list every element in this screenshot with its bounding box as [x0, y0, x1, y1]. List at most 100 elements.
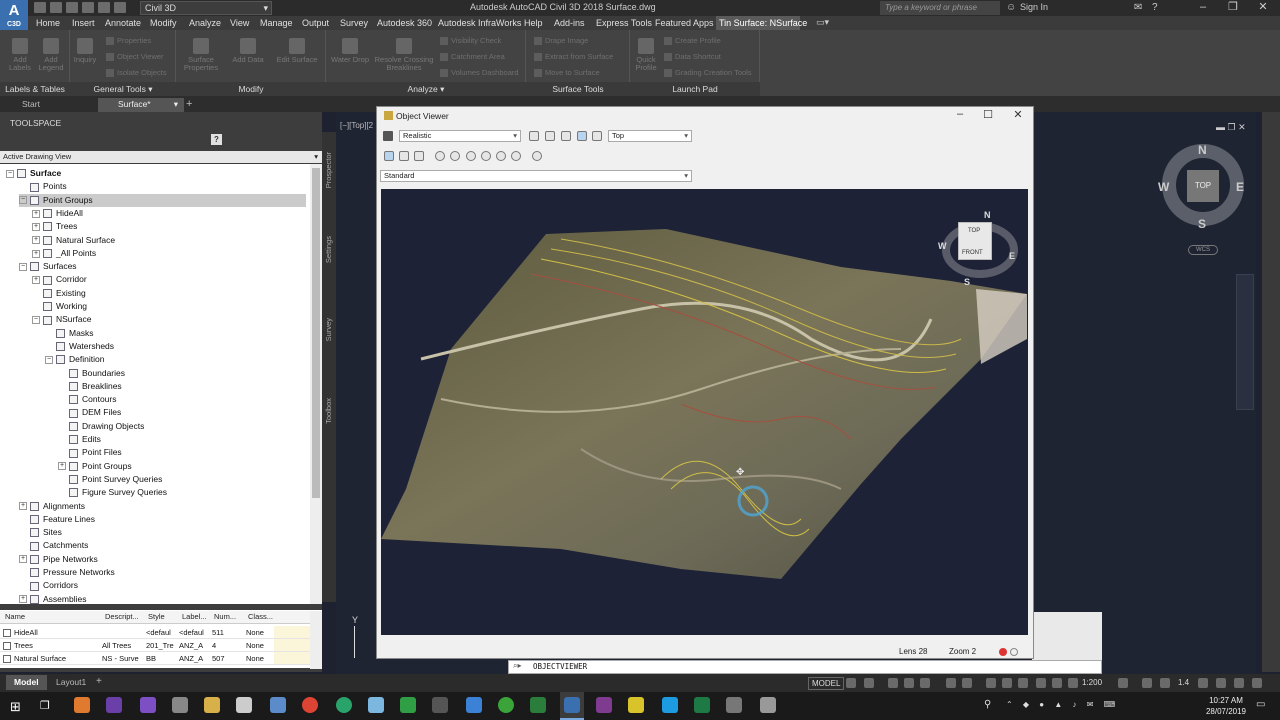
tree-node[interactable]: − Definition	[45, 353, 104, 366]
tree-node[interactable]: Masks	[45, 327, 94, 340]
view-direction-dropdown[interactable]: Top	[608, 130, 692, 142]
tree-node[interactable]: DEM Files	[58, 406, 121, 419]
zoom-out-icon[interactable]	[496, 151, 506, 161]
view-dropdown[interactable]: Active Drawing View ▾	[0, 151, 322, 163]
annotation-scale-value[interactable]: 1:200	[1082, 678, 1102, 687]
add-legend-button[interactable]: Add Legend	[36, 38, 66, 72]
tree-node[interactable]: − NSurface	[32, 313, 91, 326]
help-icon[interactable]: ?	[211, 134, 222, 145]
tree-expander-icon[interactable]: +	[58, 462, 66, 471]
column-header[interactable]: Descript...	[105, 612, 139, 621]
application-menu-button[interactable]: A C3D	[0, 0, 28, 30]
properties-button[interactable]: Properties	[106, 36, 151, 45]
osnap-icon[interactable]	[962, 678, 972, 688]
group-label-analyze[interactable]: Analyze ▾	[326, 84, 526, 95]
column-header[interactable]: Class...	[248, 612, 273, 621]
create-profile-button[interactable]: Create Profile	[664, 36, 721, 45]
clock-time[interactable]: 10:27 AM	[1204, 696, 1248, 705]
remote-desktop-icon[interactable]	[760, 697, 776, 713]
search-input[interactable]: Type a keyword or phrase	[880, 1, 1000, 15]
workspace-dropdown[interactable]: Civil 3D ▾	[140, 1, 272, 15]
tree-expander-icon[interactable]: −	[6, 169, 14, 178]
visibility-check-button[interactable]: Visibility Check	[440, 36, 501, 45]
tab-express-tools[interactable]: Express Tools	[596, 17, 652, 29]
settings-gear-icon[interactable]	[726, 697, 742, 713]
wcs-menu[interactable]: WCS	[1188, 245, 1218, 255]
paint-brush-icon[interactable]	[432, 697, 448, 713]
ov-cube-top[interactable]: TOP	[968, 228, 980, 234]
zoom-previous-icon[interactable]	[481, 151, 491, 161]
compass-north[interactable]: N	[1198, 143, 1207, 157]
annotation-scale-icon[interactable]	[1068, 678, 1078, 688]
object-viewer-button[interactable]: Object Viewer	[106, 52, 164, 61]
autoscale-icon[interactable]	[1052, 678, 1062, 688]
tab-tin-surface[interactable]: Tin Surface: NSurface	[719, 17, 807, 29]
save-icon[interactable]	[383, 131, 393, 141]
ortho-icon[interactable]	[888, 678, 898, 688]
orbit-icon[interactable]	[529, 131, 539, 141]
tree-node[interactable]: Figure Survey Queries	[58, 486, 167, 499]
windows-start-icon[interactable]: ⊞	[10, 699, 21, 715]
ov-compass-west[interactable]: W	[938, 241, 947, 251]
tab-surface-dwg[interactable]: Surface* ▾	[98, 98, 184, 112]
annotation-visibility-icon[interactable]	[1036, 678, 1046, 688]
inquiry-button[interactable]: Inquiry	[72, 38, 98, 64]
viewport-controls[interactable]: [−][Top][2	[340, 121, 373, 130]
ov-cube-front[interactable]: FRONT	[962, 250, 983, 256]
tree-node[interactable]: + HideAll	[32, 207, 83, 220]
isolate-objects-icon[interactable]	[1234, 678, 1244, 688]
tab-view[interactable]: View	[230, 17, 249, 29]
tab-modify[interactable]: Modify	[150, 17, 177, 29]
view-cube-icon[interactable]	[384, 151, 394, 161]
check-app-icon[interactable]	[400, 697, 416, 713]
exchange-icon[interactable]: ✉	[1134, 2, 1142, 13]
group-label-general-tools[interactable]: General Tools ▾	[76, 84, 170, 95]
ov-minimize-button[interactable]: –	[948, 108, 972, 120]
customization-icon[interactable]	[1252, 678, 1262, 688]
people-icon[interactable]: ⚲	[984, 699, 991, 710]
notes-icon[interactable]	[368, 697, 384, 713]
tree-node[interactable]: Breaklines	[58, 380, 122, 393]
column-header[interactable]: Style	[148, 612, 165, 621]
notifications-icon[interactable]: ▭	[1256, 699, 1265, 710]
tree-node[interactable]: + _All Points	[32, 247, 96, 260]
file-explorer-icon[interactable]	[204, 697, 220, 713]
tab-home[interactable]: Home	[36, 17, 60, 29]
command-line[interactable]: OBJECTVIEWER	[508, 660, 1102, 674]
media-player-icon[interactable]	[172, 697, 188, 713]
tree-node[interactable]: + Pipe Networks	[19, 553, 98, 566]
clock-date[interactable]: 28/07/2019	[1202, 707, 1250, 716]
ov-compass-east[interactable]: E	[1009, 251, 1015, 261]
add-labels-button[interactable]: Add Labels	[6, 38, 34, 72]
continuous-orbit-icon[interactable]	[592, 131, 602, 141]
compass-west[interactable]: W	[1158, 180, 1169, 194]
resolve-crossing-breaklines-button[interactable]: Resolve Crossing Breaklines	[372, 38, 436, 72]
annotation-monitor-icon[interactable]	[1142, 678, 1152, 688]
tree-node[interactable]: + Assemblies	[19, 593, 86, 604]
tree-expander-icon[interactable]: −	[32, 316, 40, 325]
tree-node[interactable]: Sites	[19, 526, 62, 539]
scrollbar-thumb[interactable]	[312, 168, 320, 498]
visual-style-dropdown[interactable]: Realistic	[399, 130, 521, 142]
lock-ui-icon[interactable]	[1216, 678, 1226, 688]
ov-compass-north[interactable]: N	[984, 210, 991, 220]
add-data-button[interactable]: Add Data	[228, 38, 268, 64]
help-icon[interactable]: ?	[1152, 2, 1158, 13]
tree-node[interactable]: + Point Groups	[58, 460, 132, 473]
document-icon[interactable]	[270, 697, 286, 713]
add-layout-button[interactable]: +	[96, 676, 102, 687]
gps-icon[interactable]	[530, 697, 546, 713]
transparency-icon[interactable]	[1002, 678, 1012, 688]
open-file-icon[interactable]	[50, 2, 62, 13]
tree-node[interactable]: Contours	[58, 393, 117, 406]
zoom-extents-icon[interactable]	[466, 151, 476, 161]
browser-icon[interactable]	[336, 697, 352, 713]
column-header[interactable]: Label...	[182, 612, 207, 621]
tab-autodesk-360[interactable]: Autodesk 360	[377, 17, 432, 29]
navigation-bar[interactable]	[1236, 274, 1254, 410]
compass-east[interactable]: E	[1236, 180, 1244, 194]
units-icon[interactable]	[1160, 678, 1170, 688]
tree-expander-icon[interactable]: +	[32, 236, 40, 245]
tree-node[interactable]: Point Files	[58, 446, 122, 459]
tree-node[interactable]: − Point Groups	[19, 193, 306, 207]
